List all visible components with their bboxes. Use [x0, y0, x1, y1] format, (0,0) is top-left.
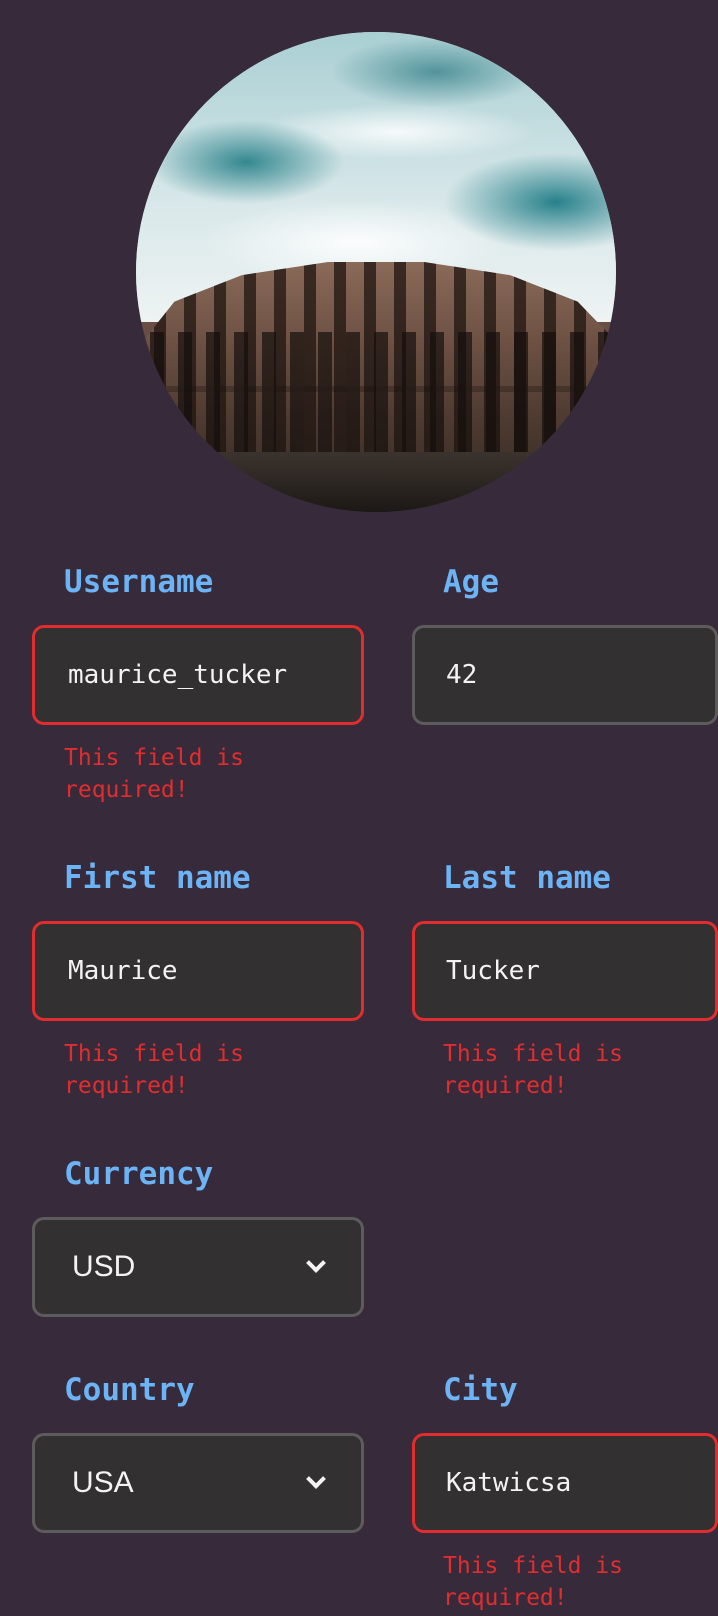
last-name-error: This field is required!: [443, 1041, 624, 1099]
city-error: This field is required!: [443, 1553, 624, 1611]
currency-value: USD: [72, 1250, 136, 1283]
first-name-label: First name: [64, 860, 251, 896]
chevron-down-icon: [306, 1253, 326, 1273]
first-name-value: Maurice: [68, 956, 178, 986]
username-error: This field is required!: [64, 745, 245, 803]
chevron-down-icon: [306, 1469, 326, 1489]
currency-select[interactable]: USD: [32, 1217, 364, 1317]
username-value: maurice_tucker: [68, 660, 288, 690]
country-value: USA: [72, 1466, 134, 1499]
country-select[interactable]: USA: [32, 1433, 364, 1533]
currency-label: Currency: [64, 1156, 214, 1192]
city-value: Katwicsa: [446, 1468, 572, 1498]
last-name-input[interactable]: Tucker: [412, 921, 718, 1021]
username-input[interactable]: maurice_tucker: [32, 625, 364, 725]
city-input[interactable]: Katwicsa: [412, 1433, 718, 1533]
avatar-ground: [136, 452, 616, 512]
country-label: Country: [64, 1372, 195, 1408]
avatar-arches: [136, 332, 616, 452]
last-name-value: Tucker: [446, 956, 540, 986]
age-value: 42: [446, 660, 478, 690]
last-name-label: Last name: [443, 860, 611, 896]
first-name-input[interactable]: Maurice: [32, 921, 364, 1021]
avatar: [136, 32, 616, 512]
age-input[interactable]: 42: [412, 625, 718, 725]
age-label: Age: [443, 564, 499, 600]
username-label: Username: [64, 564, 214, 600]
first-name-error: This field is required!: [64, 1041, 245, 1099]
city-label: City: [443, 1372, 518, 1408]
